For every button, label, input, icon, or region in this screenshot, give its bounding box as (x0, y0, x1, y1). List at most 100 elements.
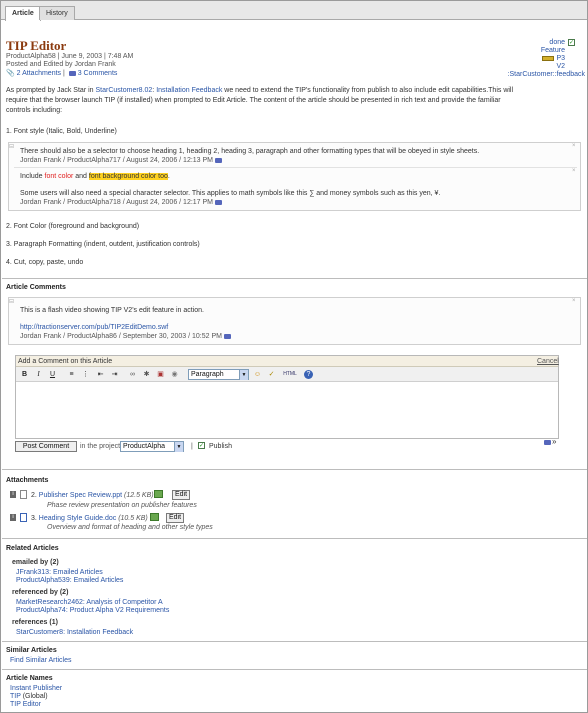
doc-file-icon (20, 513, 27, 522)
list-item-cut-copy: 4. Cut, copy, paste, undo (6, 259, 84, 266)
check-icon: ✓ (198, 442, 205, 449)
list-item-paragraph: 3. Paragraph Formatting (indent, outdent… (6, 241, 200, 248)
related-refby-1[interactable]: MarketResearch2462: Analysis of Competit… (16, 599, 163, 606)
info-icon[interactable]: i (10, 491, 16, 498)
edit-attachment-2-button[interactable]: Edit (166, 513, 184, 523)
add-comment-label: Add a Comment on this Article (18, 358, 113, 365)
article-meta-date: ProductAlpha58 | June 9, 2003 | 7:48 AM (6, 53, 134, 60)
referenced-by-label: referenced by (2) (12, 589, 69, 596)
related-articles-header: Related Articles (6, 545, 59, 552)
link-starcustomer[interactable]: StarCustomer8.02 (95, 87, 152, 94)
in-project-label: in the project (80, 443, 121, 450)
special-char-icon[interactable]: ✱ (142, 370, 151, 379)
attachment-1: 2. Publisher Spec Review.ppt (12.5 KB) (31, 492, 154, 499)
comment-1-link[interactable]: http://tractionserver.com/pub/TIP2EditDe… (20, 324, 168, 331)
download-icon[interactable] (154, 490, 163, 498)
smiley-icon[interactable]: ☺ (253, 370, 262, 379)
article-name-1[interactable]: Instant Publisher (10, 685, 62, 692)
inline-comment-1-text: There should also be a selector to choos… (20, 148, 480, 155)
remove-icon[interactable]: × (572, 143, 576, 149)
cancel-link[interactable]: Cancel (537, 358, 559, 365)
image-icon[interactable]: ▣ (156, 370, 165, 379)
attachment-2-link[interactable]: Heading Style Guide.doc (39, 515, 116, 522)
related-emailed-1[interactable]: JFrank313: Emailed Articles (16, 569, 103, 576)
comment-1-text: This is a flash video showing TIP V2's e… (20, 307, 204, 314)
attachment-1-link[interactable]: Publisher Spec Review.ppt (39, 492, 122, 499)
article-page: Article History TIP Editor ProductAlpha5… (0, 0, 588, 713)
status-feedback[interactable]: :StarCustomer::feedback (508, 71, 585, 78)
reply-icon[interactable] (215, 199, 223, 205)
comments-link[interactable]: 3 Comments (78, 70, 118, 77)
status-p3[interactable]: P3 (556, 55, 565, 62)
outdent-icon[interactable]: ⇤ (96, 370, 105, 379)
find-similar-link[interactable]: Find Similar Articles (10, 657, 71, 664)
reply-icon[interactable] (215, 157, 223, 163)
download-icon[interactable] (150, 513, 159, 521)
attachment-2: 3. Heading Style Guide.doc (10.5 KB) (31, 515, 148, 522)
collapse-icon[interactable]: ⊟ (9, 298, 14, 305)
project-select[interactable]: ProductAlpha ▼ (120, 441, 184, 452)
expand-icon[interactable]: » (552, 437, 556, 446)
references-label: references (1) (12, 619, 58, 626)
status-v2[interactable]: V2 (541, 63, 565, 71)
priority-icon (542, 55, 555, 61)
status-done[interactable]: done (541, 39, 565, 47)
format-select[interactable]: Paragraph ▼ (188, 369, 249, 380)
related-emailed-2[interactable]: ProductAlpha539: Emailed Articles (16, 577, 123, 584)
bold-button[interactable]: B (20, 370, 29, 379)
remove-icon[interactable]: × (572, 168, 576, 174)
inline-comment-2-text: Include font color and font background c… (20, 173, 170, 180)
inline-comment-1-byline: Jordan Frank / ProductAlpha717 / August … (20, 157, 223, 164)
done-checkbox[interactable]: ✓ (568, 39, 575, 46)
attachments-header: Attachments (6, 477, 49, 484)
remove-icon[interactable]: × (572, 298, 576, 304)
article-name-3[interactable]: TIP Editor (10, 701, 41, 708)
info-icon[interactable]: i (10, 514, 16, 521)
collapse-icon[interactable]: ⊟ (9, 143, 14, 150)
italic-button[interactable]: I (34, 370, 43, 379)
inline-comment-2-byline: Jordan Frank / ProductAlpha718 / August … (20, 199, 223, 206)
list-item-font-style: 1. Font style (Italic, Bold, Underline) (6, 128, 117, 135)
post-comment-button[interactable]: Post Comment (15, 441, 77, 452)
article-names-header: Article Names (6, 675, 53, 682)
related-ref-1[interactable]: StarCustomer8: Installation Feedback (16, 629, 133, 636)
tab-article[interactable]: Article (5, 6, 41, 21)
similar-articles-header: Similar Articles (6, 647, 57, 654)
ordered-list-icon[interactable]: ≡ (67, 370, 76, 379)
table-icon[interactable]: ◉ (170, 370, 179, 379)
edit-attachment-1-button[interactable]: Edit (172, 490, 190, 500)
link-icon[interactable]: ∞ (128, 370, 137, 379)
tab-bar: Article History (1, 1, 587, 21)
attachment-2-desc: Overview and format of heading and other… (47, 524, 213, 531)
publish-checkbox[interactable]: ✓ (198, 442, 205, 449)
status-feature[interactable]: Feature (541, 47, 565, 55)
comment-icon (68, 70, 76, 76)
ppt-file-icon (20, 490, 27, 499)
article-body: As prompted by Jack Star in StarCustomer… (6, 87, 514, 114)
article-comments-header: Article Comments (6, 284, 66, 291)
link-installation-feedback[interactable]: Installation Feedback (156, 87, 222, 94)
paperclip-icon: 📎 (6, 70, 15, 77)
html-mode-button[interactable]: HTML (283, 370, 297, 379)
attachment-1-desc: Phase review presentation on publisher f… (47, 502, 197, 509)
spellcheck-icon[interactable]: ✓ (267, 370, 276, 379)
unordered-list-icon[interactable]: ⋮ (81, 370, 90, 379)
help-icon[interactable]: ? (304, 370, 313, 379)
emailed-by-label: emailed by (2) (12, 559, 59, 566)
reply-icon[interactable] (223, 333, 231, 339)
publish-label: Publish (209, 443, 232, 450)
comment-bubble-icon[interactable] (542, 439, 551, 446)
comment-1-byline: Jordan Frank / ProductAlpha86 / Septembe… (20, 333, 231, 340)
list-item-font-color: 2. Font Color (foreground and background… (6, 223, 140, 230)
related-refby-2[interactable]: ProductAlpha74: Product Alpha V2 Require… (16, 607, 169, 614)
comment-textarea[interactable] (16, 383, 558, 438)
tab-history[interactable]: History (39, 6, 75, 20)
page-title: TIP Editor (6, 38, 67, 53)
chevron-down-icon: ▼ (239, 370, 248, 380)
article-links: 📎 2 Attachments | 3 Comments (6, 70, 118, 77)
attachments-link[interactable]: 2 Attachments (17, 70, 61, 77)
check-icon: ✓ (568, 39, 575, 46)
chevron-down-icon: ▼ (174, 442, 183, 452)
underline-button[interactable]: U (48, 370, 57, 379)
indent-icon[interactable]: ⇥ (110, 370, 119, 379)
